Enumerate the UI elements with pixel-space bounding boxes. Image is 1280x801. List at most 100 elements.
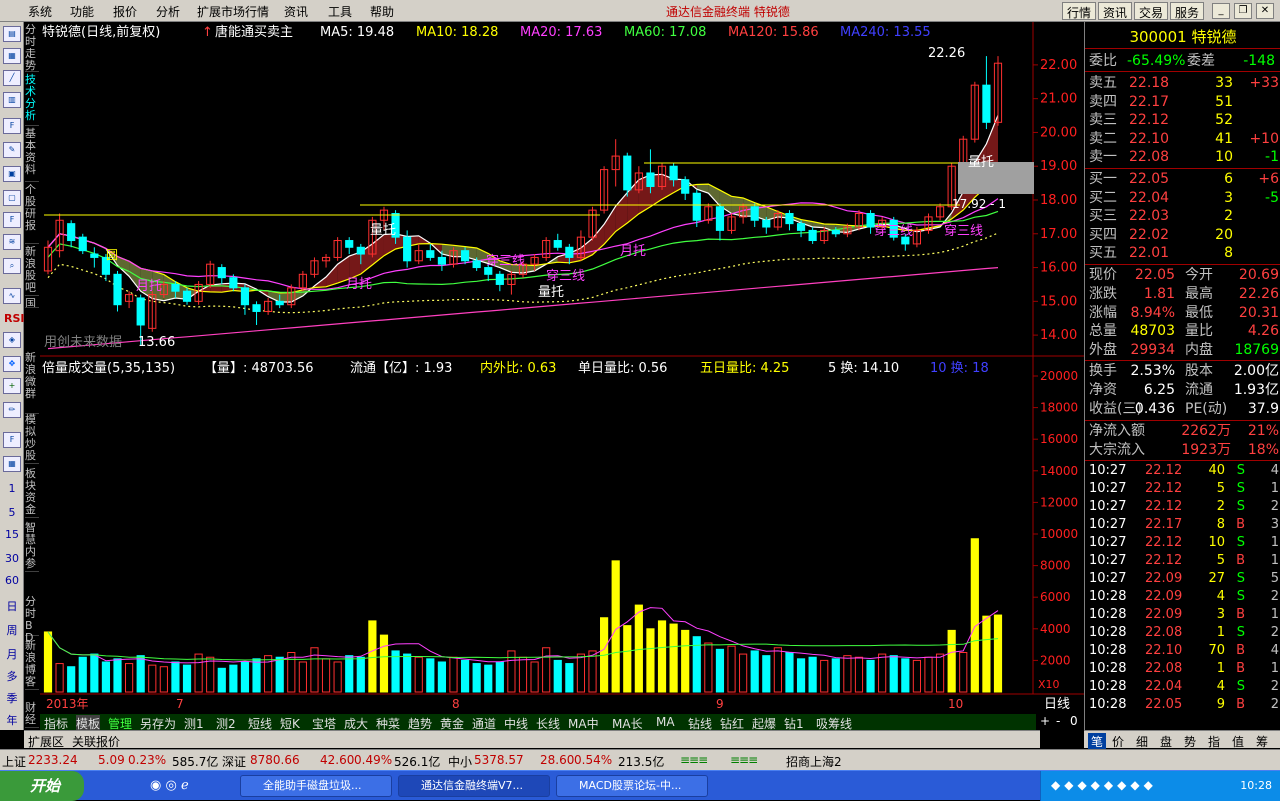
menu-help[interactable]: 帮助 — [370, 3, 394, 20]
tick-row[interactable]: 10:28 22.04 4 S 2 — [1089, 678, 1279, 696]
calendar-icon[interactable]: ▢ — [3, 190, 21, 206]
period-day[interactable]: 日 — [4, 598, 20, 614]
vtab-sina-forum[interactable]: 新浪股吧 — [25, 246, 39, 296]
ask-row[interactable]: 卖四 22.17 51 — [1089, 93, 1279, 111]
vtab-technical[interactable]: 技术分析 — [25, 74, 39, 126]
vtab-minute[interactable]: 分时走势 — [25, 24, 39, 72]
vtab-sina-weiqun[interactable]: 新浪微群 — [25, 352, 39, 414]
f10-icon[interactable]: F — [3, 118, 21, 134]
ask-row[interactable]: 卖三 22.12 52 — [1089, 111, 1279, 129]
vtab-sector-fund[interactable]: 板块资金 — [25, 468, 39, 518]
bid-row[interactable]: 买三 22.03 2 — [1089, 207, 1279, 225]
chart-svg[interactable]: 22.00 21.00 20.00 19.00 18.00 17.00 16.00 15.00… — [40, 22, 1084, 714]
period-month[interactable]: 月 — [4, 646, 20, 662]
restore-icon[interactable]: ❐ — [1234, 3, 1252, 19]
indicator-icon[interactable]: ◈ — [3, 332, 21, 348]
tray-icons[interactable]: ◆◆◆◆◆◆◆◆ — [1051, 778, 1157, 792]
box-icon[interactable]: ▣ — [3, 166, 21, 182]
menu-quote[interactable]: 报价 — [113, 3, 137, 20]
menu-function[interactable]: 功能 — [70, 3, 94, 20]
btn-service[interactable]: 服务 — [1170, 2, 1205, 20]
firefox-icon[interactable]: ◎ — [165, 778, 176, 793]
stat2-row[interactable]: 换手 2.53% 股本 2.00亿 — [1089, 362, 1279, 380]
right-tab[interactable]: 价 — [1112, 733, 1124, 750]
flow-row[interactable]: 大宗流入 1923万 18% — [1089, 441, 1279, 459]
right-tab[interactable]: 细 — [1136, 733, 1148, 750]
btn-quote[interactable]: 行情 — [1062, 2, 1097, 20]
chart-icon[interactable]: ≋ — [3, 234, 21, 250]
ask-row[interactable]: 卖一 22.08 10 -1 — [1089, 148, 1279, 166]
period-15min[interactable]: 15 — [4, 528, 20, 541]
ie-icon[interactable]: ◉ — [150, 778, 161, 793]
vtab-finance[interactable]: 财经 — [25, 702, 39, 728]
period-1min[interactable]: 1 — [4, 482, 20, 495]
menu-tools[interactable]: 工具 — [328, 3, 352, 20]
period-label[interactable]: 日线 — [1044, 697, 1070, 712]
menu-analysis[interactable]: 分析 — [156, 3, 180, 20]
rsi-label[interactable]: RSI — [4, 312, 25, 325]
kline-chart[interactable]: 22.00 21.00 20.00 19.00 18.00 17.00 16.00 15.00… — [40, 22, 1084, 714]
indicator-tab[interactable]: MA — [656, 715, 675, 729]
add-icon[interactable]: + — [3, 378, 21, 394]
vtab-minute-bd[interactable]: 分时BD — [25, 596, 39, 644]
btn-trade[interactable]: 交易 — [1134, 2, 1169, 20]
vtab-wisdom[interactable]: 智慧内参 — [25, 522, 39, 572]
stat-row[interactable]: 外盘 29934 内盘 18769 — [1089, 341, 1279, 359]
vtab-sina-blog[interactable]: 新浪博客 — [25, 640, 39, 690]
minimize-icon[interactable]: _ — [1212, 3, 1230, 19]
task-cleaner[interactable]: 全能助手磁盘垃圾... — [240, 775, 392, 797]
ext-area-tab[interactable]: 扩展区 — [28, 733, 64, 750]
right-tab[interactable]: 值 — [1232, 733, 1244, 750]
bar-chart-icon[interactable]: ▥ — [3, 92, 21, 108]
f12-icon[interactable]: F — [3, 212, 21, 228]
flow-row[interactable]: 净流入额 2262万 21% — [1089, 422, 1279, 440]
search-icon[interactable]: ⌕ — [3, 258, 21, 274]
zoom-reset-button[interactable]: 0 — [1070, 714, 1078, 728]
tick-row[interactable]: 10:27 22.09 27 S 5 — [1089, 570, 1279, 588]
tick-row[interactable]: 10:27 22.12 10 S 1 — [1089, 534, 1279, 552]
period-30min[interactable]: 30 — [4, 552, 20, 565]
pencil-icon[interactable]: ✏ — [3, 402, 21, 418]
grid-icon[interactable]: ▦ — [3, 456, 21, 472]
menu-system[interactable]: 系统 — [28, 3, 52, 20]
stat-row[interactable]: 涨跌 1.81 最高 22.26 — [1089, 285, 1279, 303]
period-year[interactable]: 年 — [4, 712, 20, 728]
note-icon[interactable]: ✎ — [3, 142, 21, 158]
zoom-out-button[interactable]: - — [1056, 714, 1060, 728]
move-icon[interactable]: ✥ — [3, 356, 21, 372]
right-tab[interactable]: 筹 — [1256, 733, 1268, 750]
bid-row[interactable]: 买五 22.01 8 — [1089, 244, 1279, 262]
stat-row[interactable]: 涨幅 8.94% 最低 20.31 — [1089, 304, 1279, 322]
quote-list-icon[interactable]: ▤ — [3, 26, 21, 42]
vtab-sim-trade[interactable]: 模拟炒股 — [25, 414, 39, 464]
tick-row[interactable]: 10:27 22.12 2 S 2 — [1089, 498, 1279, 516]
tick-row[interactable]: 10:28 22.05 9 B 2 — [1089, 696, 1279, 714]
btn-news[interactable]: 资讯 — [1098, 2, 1133, 20]
period-5min[interactable]: 5 — [4, 506, 20, 519]
tick-row[interactable]: 10:27 22.17 8 B 3 — [1089, 516, 1279, 534]
task-tdx[interactable]: 通达信金融终端V7... — [398, 775, 550, 797]
tick-row[interactable]: 10:28 22.10 70 B 4 — [1089, 642, 1279, 660]
stat-row[interactable]: 现价 22.05 今开 20.69 — [1089, 266, 1279, 284]
right-tab[interactable]: 笔 — [1088, 733, 1107, 750]
tick-row[interactable]: 10:28 22.09 3 B 1 — [1089, 606, 1279, 624]
period-season[interactable]: 季 — [4, 690, 20, 706]
stat2-row[interactable]: 净资 6.25 流通 1.93亿 — [1089, 381, 1279, 399]
ask-row[interactable]: 卖五 22.18 33 +33 — [1089, 74, 1279, 92]
tick-row[interactable]: 10:27 22.12 5 S 1 — [1089, 480, 1279, 498]
kline-icon[interactable]: ╱ — [3, 70, 21, 86]
related-quote-tab[interactable]: 关联报价 — [72, 733, 120, 750]
period-multi[interactable]: 多 — [4, 668, 20, 684]
trend-icon[interactable]: ∿ — [3, 288, 21, 304]
bid-row[interactable]: 买四 22.02 20 — [1089, 226, 1279, 244]
stat-row[interactable]: 总量 48703 量比 4.26 — [1089, 322, 1279, 340]
ask-row[interactable]: 卖二 22.10 41 +10 — [1089, 130, 1279, 148]
f5-icon[interactable]: F — [3, 432, 21, 448]
tick-row[interactable]: 10:27 22.12 5 B 1 — [1089, 552, 1279, 570]
period-week[interactable]: 周 — [4, 622, 20, 638]
tick-row[interactable]: 10:28 22.08 1 S 2 — [1089, 624, 1279, 642]
close-icon[interactable]: ✕ — [1256, 3, 1274, 19]
browser-icon[interactable]: ℯ — [181, 778, 189, 793]
vtab-research[interactable]: 个股研报 — [25, 184, 39, 244]
right-tab[interactable]: 盘 — [1160, 733, 1172, 750]
